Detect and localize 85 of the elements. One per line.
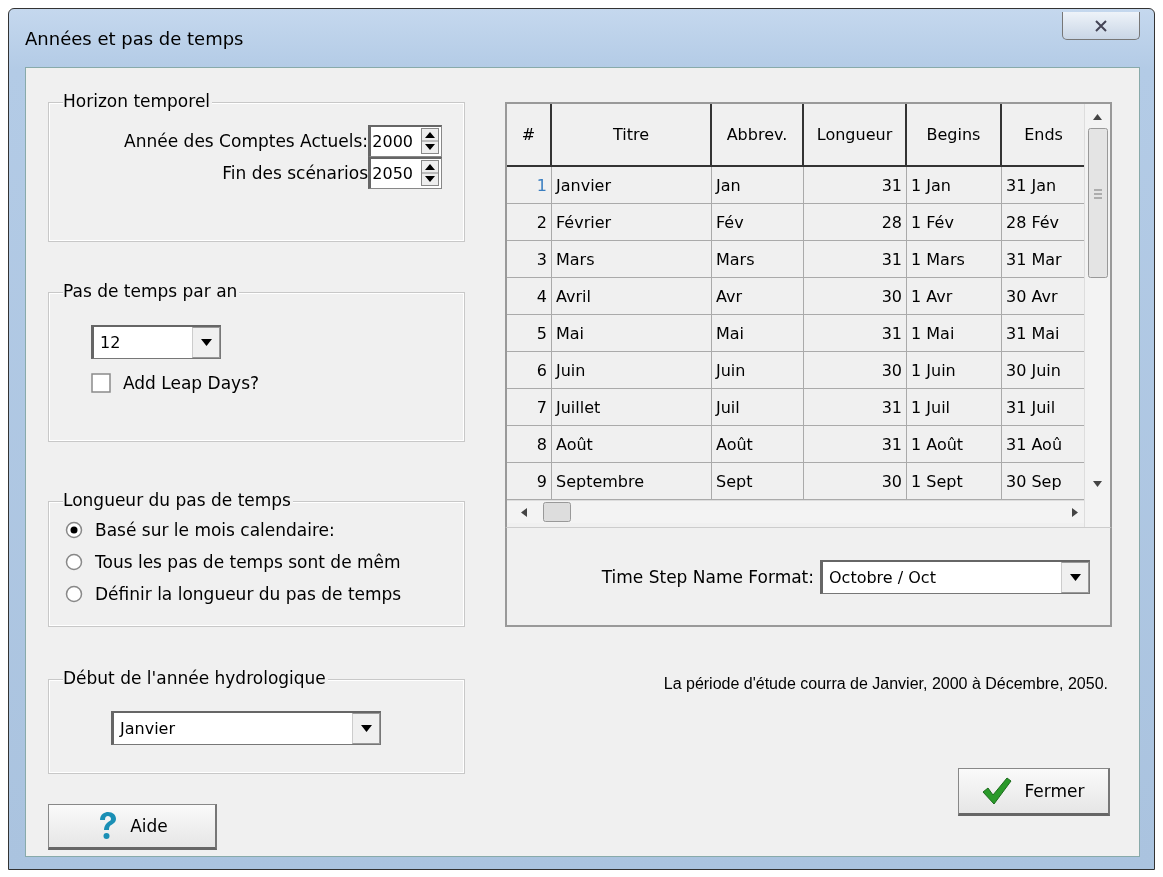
table-cell: Juin: [712, 352, 804, 389]
table-cell: 31: [804, 315, 907, 352]
dropdown[interactable]: Octobre / Oct: [820, 559, 1090, 594]
table-cell: 30: [804, 278, 907, 315]
status-message: La période d'étude courra de Janvier, 2000 à Décembre, 2050.: [662, 675, 1109, 693]
table-cell: 30: [804, 352, 907, 389]
table-cell: Janvier: [552, 167, 712, 204]
column-header[interactable]: Titre: [552, 104, 712, 167]
row-number[interactable]: 7: [507, 389, 552, 426]
checkmark-icon: [982, 777, 1013, 805]
table-cell: 1 Mai: [907, 315, 1002, 352]
checkbox[interactable]: [91, 373, 111, 393]
number-spinner[interactable]: 2000: [368, 125, 442, 157]
up-arrow-icon[interactable]: [1093, 114, 1102, 120]
left-arrow-icon[interactable]: [521, 507, 527, 517]
scroll-thumb[interactable]: [543, 502, 571, 522]
table-cell: Juil: [712, 389, 804, 426]
table-cell: 28: [804, 204, 907, 241]
table-cell: 1 Avr: [907, 278, 1002, 315]
field-label: Time Step Name Format:: [601, 566, 814, 587]
table-cell: Août: [712, 426, 804, 463]
dropdown[interactable]: 12: [91, 325, 221, 359]
table-cell: Jan: [712, 167, 804, 204]
caret-icon: [1069, 573, 1081, 581]
table-cell: 1 Mars: [907, 241, 1002, 278]
table-cell: Juin: [552, 352, 712, 389]
table-cell: Mai: [712, 315, 804, 352]
table-cell: 1 Juil: [907, 389, 1002, 426]
row-number[interactable]: 2: [507, 204, 552, 241]
row-number[interactable]: 8: [507, 426, 552, 463]
row-number[interactable]: 5: [507, 315, 552, 352]
scroll-thumb[interactable]: [1087, 128, 1108, 278]
dropdown[interactable]: Janvier: [111, 711, 381, 745]
radio-label: Basé sur le mois calendaire:: [95, 520, 335, 540]
spin-arrows-icon[interactable]: [421, 160, 439, 186]
row-number[interactable]: 3: [507, 241, 552, 278]
column-header[interactable]: Longueur: [804, 104, 907, 167]
table-cell: Août: [552, 426, 712, 463]
group-title: Pas de temps par an: [63, 281, 240, 301]
table-cell: 1 Juin: [907, 352, 1002, 389]
table-cell: 31: [804, 426, 907, 463]
table-cell: 1 Jan: [907, 167, 1002, 204]
table-cell: Fév: [712, 204, 804, 241]
table-cell: Avr: [712, 278, 804, 315]
field-label: Fin des scénarios: [222, 163, 368, 183]
caret-icon: [360, 725, 372, 732]
window-title: Années et pas de temps: [25, 27, 244, 49]
field-label: Année des Comptes Actuels:: [124, 131, 368, 151]
row-number[interactable]: 1: [507, 167, 552, 204]
column-header[interactable]: #: [507, 104, 552, 167]
group-title: Début de l'année hydrologique: [63, 668, 328, 688]
help-button[interactable]: Aide: [48, 804, 217, 850]
row-number[interactable]: 6: [507, 352, 552, 389]
spin-arrows-icon[interactable]: [421, 128, 439, 154]
column-header[interactable]: Abbrev.: [712, 104, 804, 167]
vertical-scrollbar[interactable]: [1084, 104, 1110, 527]
radio-button[interactable]: [65, 585, 83, 603]
table-cell: Mars: [712, 241, 804, 278]
group-title: Horizon temporel: [63, 91, 213, 111]
number-spinner[interactable]: 2050: [368, 157, 442, 189]
table-cell: 31: [804, 389, 907, 426]
checkbox-label: Add Leap Days?: [123, 373, 259, 393]
row-number[interactable]: 4: [507, 278, 552, 315]
close-button[interactable]: [1062, 12, 1140, 40]
down-arrow-icon[interactable]: [1093, 481, 1102, 487]
table-cell: 31: [804, 167, 907, 204]
radio-label: Tous les pas de temps sont de mêm: [95, 552, 401, 572]
right-arrow-icon[interactable]: [1072, 507, 1078, 517]
table-cell: 1 Fév: [907, 204, 1002, 241]
table-cell: Avril: [552, 278, 712, 315]
horizontal-scrollbar[interactable]: [507, 500, 1084, 523]
column-header[interactable]: Begins: [907, 104, 1002, 167]
close-button[interactable]: Fermer: [958, 768, 1110, 816]
radio-button[interactable]: [65, 521, 83, 539]
table-cell: Février: [552, 204, 712, 241]
radio-label: Définir la longueur du pas de temps: [95, 584, 402, 604]
table-cell: 1 Août: [907, 426, 1002, 463]
table-cell: 31: [804, 241, 907, 278]
table-cell: Juillet: [552, 389, 712, 426]
table-cell: Mars: [552, 241, 712, 278]
table-cell: Mai: [552, 315, 712, 352]
group-title: Longueur du pas de temps: [63, 490, 293, 510]
caret-icon: [200, 339, 212, 346]
close-icon: [1094, 19, 1108, 32]
radio-button[interactable]: [65, 553, 83, 571]
